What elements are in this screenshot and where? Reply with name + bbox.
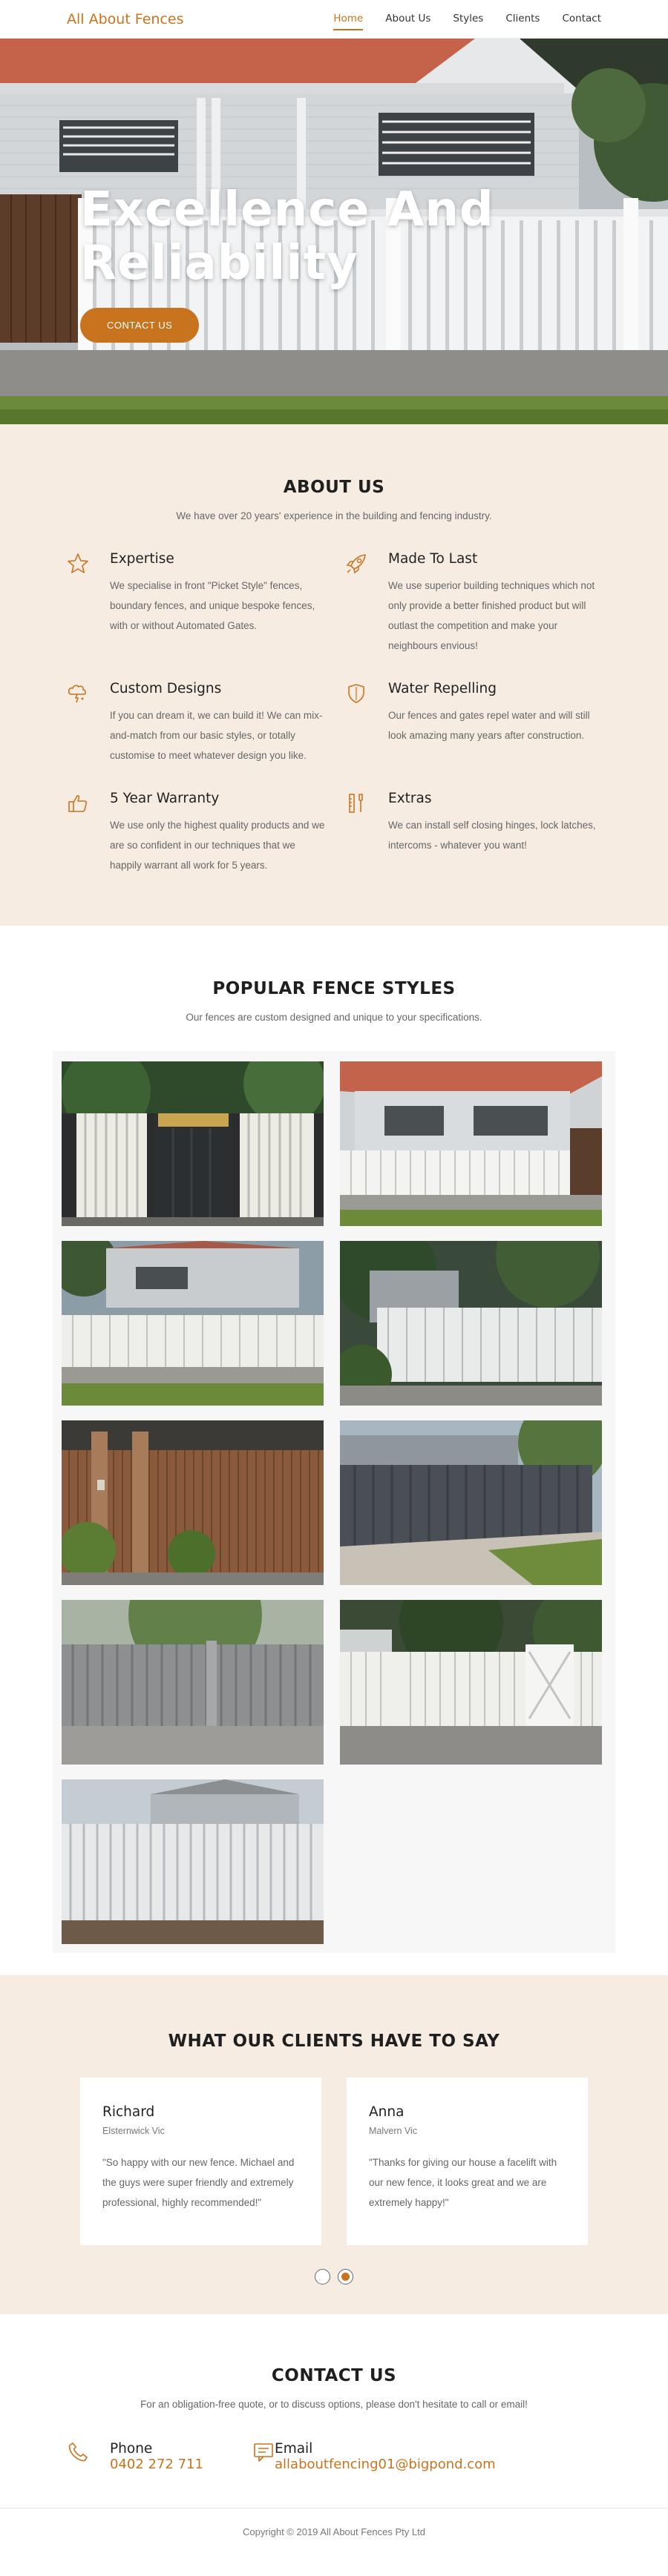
carousel-dot-1[interactable] [315,2269,330,2285]
testimonial-location: Elsternwick Vic [102,2126,165,2136]
footer: Copyright © 2019 All About Fences Pty Lt… [0,2508,668,2575]
feature-water-repelling: Water Repelling Our fences and gates repe… [345,681,623,765]
feature-text: We specialise in front "Picket Style" fe… [110,580,315,631]
feature-title: Expertise [110,551,174,567]
hero-banner: Excellence And Reliability CONTACT US [0,39,668,424]
phone-number-link[interactable]: 0402 272 711 [110,2457,203,2472]
feature-made-to-last: Made To Last We use superior building tec… [345,551,623,656]
hero-title: Excellence And Reliability [80,182,494,291]
fence-photo[interactable] [62,1600,324,1765]
styles-title: POPULAR FENCE STYLES [212,979,456,998]
fence-photo[interactable] [62,1779,324,1944]
phone-icon [67,2441,110,2472]
fence-photo[interactable] [340,1420,602,1585]
contact-subtitle: For an obligation-free quote, or to disc… [140,2399,528,2410]
styles-subtitle: Our fences are custom designed and uniqu… [186,1012,482,1023]
feature-title: Custom Designs [110,681,222,696]
rocket-icon [345,551,388,656]
copyright-text: Copyright © 2019 All About Fences Pty Lt… [243,2526,425,2537]
contact-title: CONTACT US [271,2366,397,2385]
testimonial-location: Malvern Vic [369,2126,418,2136]
fence-photo[interactable] [62,1061,324,1226]
nav-link-about-us[interactable]: About Us [385,8,430,30]
fence-photo[interactable] [340,1600,602,1765]
nav-link-styles[interactable]: Styles [453,8,483,30]
carousel-dots [0,2269,668,2285]
feature-expertise: Expertise We specialise in front "Picket … [67,551,345,656]
carousel-dot-2-active[interactable] [338,2269,353,2285]
feature-title: Water Repelling [388,681,497,696]
feature-extras: Extras We can install self closing hinges… [345,791,623,875]
styles-section: POPULAR FENCE STYLES Our fences are cust… [0,926,668,1975]
fence-photo[interactable] [340,1241,602,1406]
brand-logo-link[interactable]: All About Fences [67,11,183,27]
contact-phone-label: Phone [110,2441,153,2457]
clients-title: WHAT OUR CLIENTS HAVE TO SAY [168,2032,500,2051]
feature-title: Made To Last [388,551,478,567]
testimonial-card: Richard Elsternwick Vic "So happy with o… [80,2078,321,2245]
star-icon [67,551,110,656]
feature-text: We use superior building techniques whic… [388,580,595,651]
fence-photo[interactable] [340,1061,602,1226]
about-subtitle: We have over 20 years' experience in the… [176,510,492,521]
gallery-container [53,1051,615,1953]
contact-section: CONTACT US For an obligation-free quote,… [0,2314,668,2508]
email-link[interactable]: allaboutfencing01@bigpond.com [275,2457,496,2472]
feature-title: 5 Year Warranty [110,791,220,806]
nav-link-contact[interactable]: Contact [562,8,601,30]
top-nav: All About Fences Home About Us Styles Cl… [0,0,668,39]
about-title: ABOUT US [283,478,385,497]
fence-gallery [62,1061,615,1944]
feature-text: Our fences and gates repel water and wil… [388,710,590,741]
shield-icon [345,681,388,765]
clients-section: WHAT OUR CLIENTS HAVE TO SAY Richard Els… [0,1975,668,2314]
features-grid: Expertise We specialise in front "Picket … [67,551,668,875]
feature-title: Extras [388,791,432,806]
testimonial-quote: "Thanks for giving our house a facelift … [369,2157,557,2208]
hero-content: Excellence And Reliability CONTACT US [80,183,540,343]
contact-email-label: Email [275,2441,313,2457]
thumbs-up-icon [67,791,110,875]
chat-icon [252,2441,275,2472]
feature-warranty: 5 Year Warranty We use only the highest q… [67,791,345,875]
fence-photo[interactable] [62,1420,324,1585]
contact-phone: Phone 0402 272 711 [67,2441,252,2472]
about-section: ABOUT US We have over 20 years' experien… [0,424,668,926]
feature-text: If you can dream it, we can build it! We… [110,710,323,761]
testimonial-name: Anna [369,2104,405,2120]
feature-text: We can install self closing hinges, lock… [388,820,596,851]
nav-link-clients[interactable]: Clients [505,8,540,30]
contact-details: Phone 0402 272 711 Email allaboutfencing… [67,2441,668,2472]
nav-links: Home About Us Styles Clients Contact [311,8,601,30]
testimonial-carousel: Richard Elsternwick Vic "So happy with o… [80,2078,668,2245]
contact-email: Email allaboutfencing01@bigpond.com [252,2441,496,2472]
testimonial-quote: "So happy with our new fence. Michael an… [102,2157,295,2208]
nav-link-home[interactable]: Home [333,8,364,30]
testimonial-card: Anna Malvern Vic "Thanks for giving our … [347,2078,588,2245]
testimonial-name: Richard [102,2104,155,2120]
feature-text: We use only the highest quality products… [110,820,325,871]
tools-icon [345,791,388,875]
fence-photo[interactable] [62,1241,324,1406]
hero-contact-button[interactable]: CONTACT US [80,308,200,343]
feature-custom-designs: Custom Designs If you can dream it, we ca… [67,681,345,765]
lightbulb-icon [67,681,110,765]
